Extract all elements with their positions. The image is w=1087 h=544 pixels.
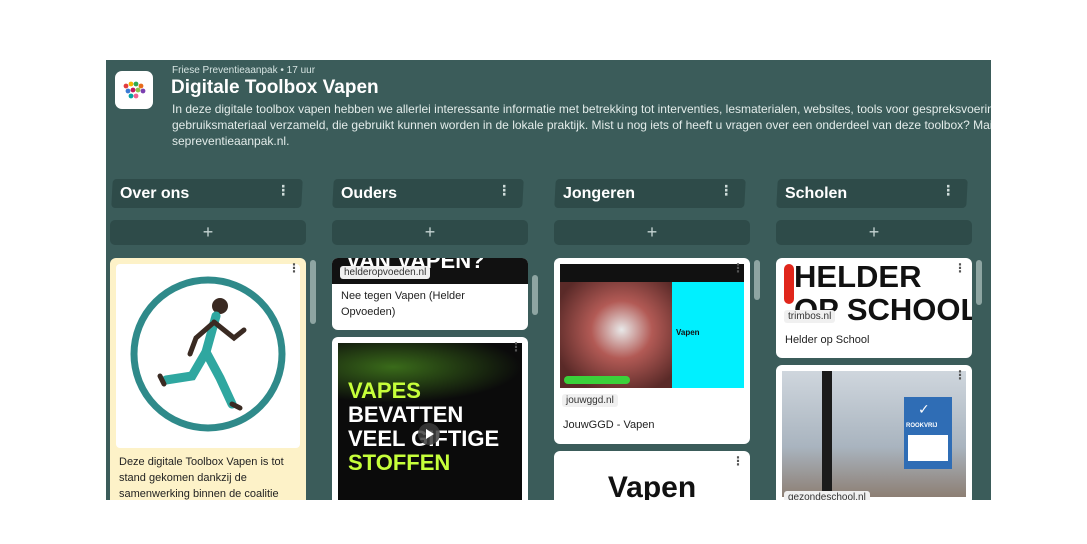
board-meta: Friese Preventieaanpak • 17 uur [172,65,316,76]
column-scrollbar[interactable] [754,260,760,300]
post-menu-icon[interactable]: ⋮ [732,261,744,275]
padlet-board: Friese Preventieaanpak • 17 uur Digitale… [106,60,991,500]
add-post-button-jongeren[interactable]: + [554,220,750,245]
video-thumbnail[interactable]: VAPES BEVATTEN VEEL GIFTIGE STOFFEN [338,343,522,500]
link-chip[interactable]: gezondeschool.nl [784,491,870,500]
post-title: Helder op School [785,334,870,346]
post-image-text: Vapen [607,471,697,500]
add-post-button-ouders[interactable]: + [332,220,528,245]
board-title: Digitale Toolbox Vapen [171,77,379,98]
column-header-jongeren[interactable]: Jongeren ⋮ [554,179,746,208]
post-title: Nee tegen Vapen (Helder Opvoeden) [341,290,465,318]
post-image: Vapen [560,264,744,388]
post-card-gezonde-school[interactable]: ⋮ ✓ ROOKVRIJ gezondeschool.nl [776,365,972,500]
post-card-helder-opvoeden[interactable]: VAN VAPEN? helderopvoeden.nl Nee tegen V… [332,258,528,330]
link-chip[interactable]: jouwggd.nl [562,394,618,407]
column-scrollbar[interactable] [976,260,982,305]
colorful-dots-icon [123,81,146,99]
post-text: Deze digitale Toolbox Vapen is tot stand… [119,456,284,500]
rookvrij-sign: ✓ ROOKVRIJ [904,397,952,469]
post-menu-icon[interactable]: ⋮ [732,454,744,468]
post-image [116,264,300,448]
play-icon[interactable] [418,423,440,445]
post-card-over-ons[interactable]: ⋮ Deze digitale Toolbox Vapen is tot sta… [110,258,306,500]
column-scrollbar[interactable] [310,260,316,324]
post-card-jouwggd[interactable]: ⋮ Vapen jouwggd.nl JouwGGD - Vapen [554,258,750,444]
column-menu-icon[interactable]: ⋮ [719,182,733,199]
add-post-button-scholen[interactable]: + [776,220,972,245]
column-header-ouders[interactable]: Ouders ⋮ [332,179,524,208]
link-chip[interactable]: helderopvoeden.nl [340,266,431,279]
post-menu-icon[interactable]: ⋮ [288,261,300,275]
post-image: ✓ ROOKVRIJ [782,371,966,497]
post-card-helder-op-school[interactable]: ⋮ HELDER OP SCHOOL trimbos.nl Helder op … [776,258,972,358]
post-menu-icon[interactable]: ⋮ [510,340,522,354]
post-card-vapes-video[interactable]: ⋮ VAPES BEVATTEN VEEL GIFTIGE STOFFEN [332,337,528,500]
column-menu-icon[interactable]: ⋮ [941,182,955,199]
post-menu-icon[interactable]: ⋮ [954,261,966,275]
add-post-button-over-ons[interactable]: + [110,220,306,245]
column-menu-icon[interactable]: ⋮ [276,182,290,199]
column-menu-icon[interactable]: ⋮ [497,182,511,199]
column-scrollbar[interactable] [532,275,538,315]
link-chip[interactable]: trimbos.nl [784,310,836,323]
post-menu-icon[interactable]: ⋮ [954,368,966,382]
runner-illustration [130,276,286,432]
column-header-scholen[interactable]: Scholen ⋮ [776,179,968,208]
post-title: JouwGGD - Vapen [563,419,655,431]
board-logo [115,71,153,109]
board-description: In deze digitale toolbox vapen hebben we… [172,102,991,148]
column-header-over-ons[interactable]: Over ons ⋮ [111,179,303,208]
post-card-vapen[interactable]: ⋮ Vapen [554,451,750,500]
